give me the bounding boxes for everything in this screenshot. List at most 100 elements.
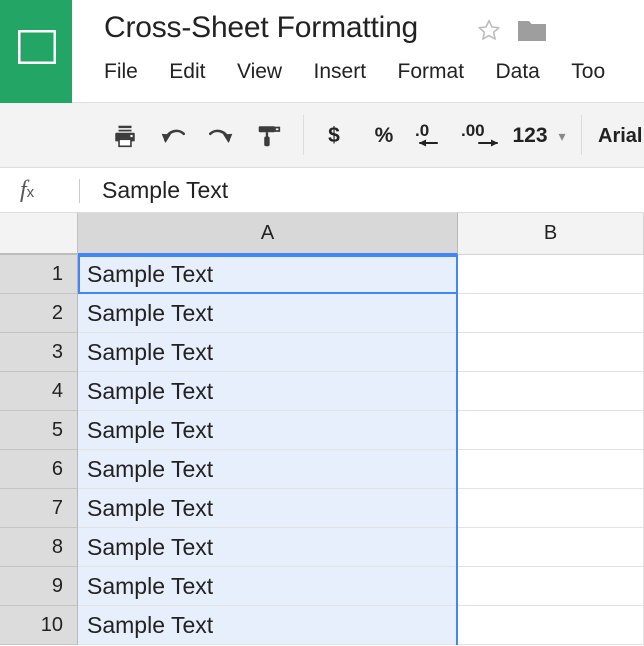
cell-B4[interactable] (458, 372, 644, 411)
number-format-button[interactable]: 123 (508, 117, 552, 155)
menu-item-tools[interactable]: Too (571, 58, 605, 86)
row-header-label: 7 (51, 496, 63, 519)
menu-item-insert[interactable]: Insert (314, 58, 367, 86)
paint-format-icon (258, 126, 281, 147)
cell-value: Sample Text (87, 455, 214, 482)
font-family-selector[interactable]: Arial (598, 117, 642, 155)
cell-B10[interactable] (458, 606, 644, 645)
spreadsheet-app: Cross-Sheet Formatting File Edit View In… (0, 0, 644, 646)
cell-A4[interactable]: Sample Text (78, 372, 458, 411)
formula-input[interactable]: Sample Text (102, 168, 228, 212)
star-outline-icon[interactable] (477, 18, 501, 42)
cell-B5[interactable] (458, 411, 644, 450)
fx-letter: f (20, 177, 27, 203)
formula-bar: fx Sample Text (0, 168, 644, 213)
decrease-decimal-button[interactable]: .0 (410, 117, 454, 155)
row-header-5[interactable]: 5 (0, 411, 78, 450)
toolbar-separator-1 (303, 115, 304, 155)
toolbar: $ % .0 .00 123 ▾ Arial (0, 103, 644, 168)
cell-A8[interactable]: Sample Text (78, 528, 458, 567)
row-header-9[interactable]: 9 (0, 567, 78, 606)
number-format-caret-icon[interactable]: ▾ (552, 117, 572, 155)
cell-value: Sample Text (87, 299, 214, 326)
row-header-label: 5 (51, 418, 63, 441)
cell-B2[interactable] (458, 294, 644, 333)
row-header-label: 2 (51, 301, 63, 324)
undo-button[interactable] (154, 117, 192, 155)
row-header-label: 1 (51, 262, 63, 285)
row-header-label: 10 (40, 613, 63, 636)
row-header-label: 4 (51, 379, 63, 402)
cell-B3[interactable] (458, 333, 644, 372)
undo-icon (161, 129, 186, 143)
function-icon[interactable]: fx (20, 177, 54, 205)
percent-format-button[interactable]: % (366, 117, 402, 155)
cell-A2[interactable]: Sample Text (78, 294, 458, 333)
currency-format-button[interactable]: $ (316, 117, 352, 155)
cell-B7[interactable] (458, 489, 644, 528)
redo-button[interactable] (202, 117, 240, 155)
toolbar-separator-2 (581, 115, 582, 155)
row-header-label: 8 (51, 535, 63, 558)
menu-item-file[interactable]: File (104, 58, 138, 86)
redo-icon (208, 129, 233, 143)
menu-item-edit[interactable]: Edit (169, 58, 205, 86)
print-icon (115, 125, 135, 148)
sheets-grid-icon (18, 30, 56, 64)
row-header-6[interactable]: 6 (0, 450, 78, 489)
cell-A7[interactable]: Sample Text (78, 489, 458, 528)
spreadsheet-grid: A B 1 2 3 4 5 6 7 8 9 10 Sample Text Sample Text Sam… (0, 213, 644, 646)
row-header-4[interactable]: 4 (0, 372, 78, 411)
cell-value: Sample Text (87, 377, 214, 404)
menu-bar: File Edit View Insert Format Data Too (104, 58, 605, 94)
select-all-corner[interactable] (0, 213, 78, 255)
column-header-label: B (543, 222, 558, 244)
cell-A5[interactable]: Sample Text (78, 411, 458, 450)
row-header-label: 3 (51, 340, 63, 363)
row-header-1[interactable]: 1 (0, 255, 78, 294)
row-header-7[interactable]: 7 (0, 489, 78, 528)
paint-format-button[interactable] (250, 117, 288, 155)
row-header-label: 9 (51, 574, 63, 597)
cell-A10[interactable]: Sample Text (78, 606, 458, 645)
document-title[interactable]: Cross-Sheet Formatting (104, 8, 418, 48)
row-header-10[interactable]: 10 (0, 606, 78, 645)
row-header-label: 6 (51, 457, 63, 480)
increase-decimal-button[interactable]: .00 (458, 117, 510, 155)
cell-A1[interactable]: Sample Text (78, 255, 458, 294)
cell-value: Sample Text (87, 611, 214, 638)
column-header-a[interactable]: A (78, 213, 458, 255)
cell-value: Sample Text (87, 494, 214, 521)
formula-bar-divider (79, 179, 80, 203)
cell-A9[interactable]: Sample Text (78, 567, 458, 606)
selection-edge-line (456, 255, 458, 645)
app-header: Cross-Sheet Formatting File Edit View In… (0, 0, 644, 103)
cell-value: Sample Text (87, 572, 214, 599)
menu-item-data[interactable]: Data (495, 58, 539, 86)
row-header-8[interactable]: 8 (0, 528, 78, 567)
sheets-logo-block[interactable] (0, 0, 72, 103)
cell-value: Sample Text (87, 260, 214, 287)
svg-text:.00: .00 (461, 121, 485, 140)
fx-subscript: x (26, 184, 35, 201)
column-header-label: A (260, 221, 275, 244)
column-header-b[interactable]: B (458, 213, 644, 255)
cell-B8[interactable] (458, 528, 644, 567)
row-header-3[interactable]: 3 (0, 333, 78, 372)
print-button[interactable] (106, 117, 144, 155)
cell-A3[interactable]: Sample Text (78, 333, 458, 372)
cell-B9[interactable] (458, 567, 644, 606)
cell-B1[interactable] (458, 255, 644, 294)
decrease-decimal-icon: .0 (415, 121, 438, 147)
cell-value: Sample Text (87, 416, 214, 443)
cell-value: Sample Text (87, 338, 214, 365)
cell-A6[interactable]: Sample Text (78, 450, 458, 489)
cell-B6[interactable] (458, 450, 644, 489)
menu-item-format[interactable]: Format (398, 58, 465, 86)
row-header-2[interactable]: 2 (0, 294, 78, 333)
svg-text:.0: .0 (415, 121, 429, 140)
menu-item-view[interactable]: View (237, 58, 282, 86)
cell-value: Sample Text (87, 533, 214, 560)
increase-decimal-icon: .00 (461, 121, 498, 147)
folder-icon[interactable] (518, 19, 546, 41)
